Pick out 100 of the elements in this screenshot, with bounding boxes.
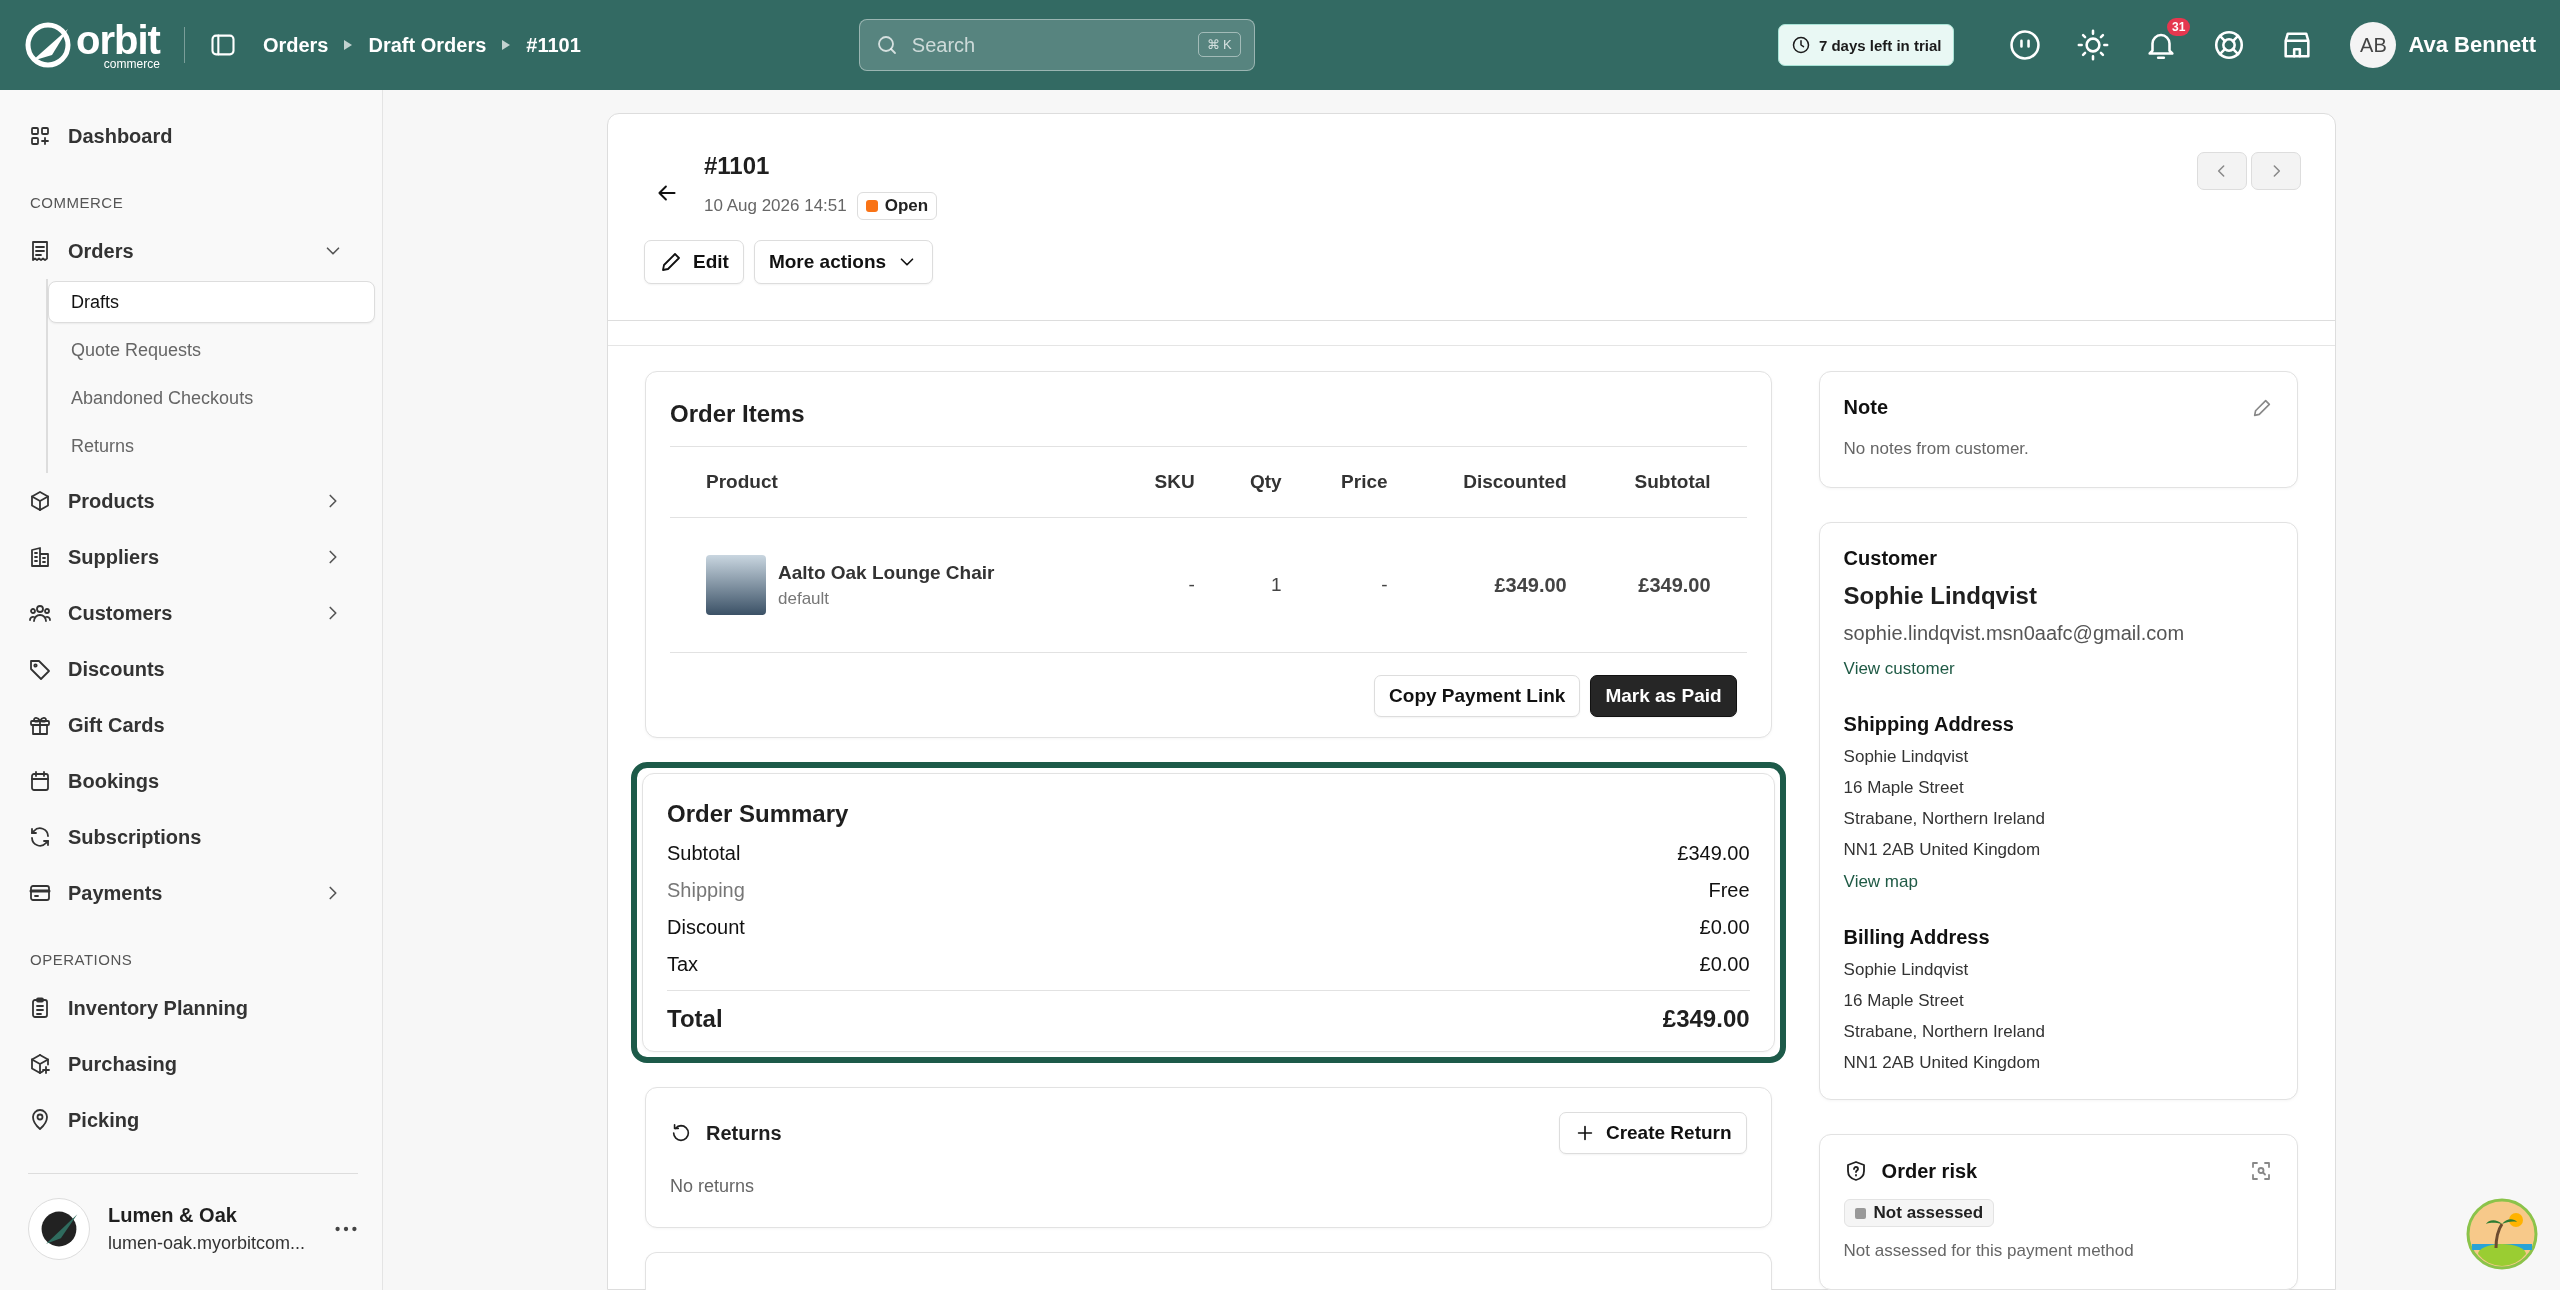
product-name: Aalto Oak Lounge Chair bbox=[778, 561, 995, 584]
scan-button[interactable] bbox=[2249, 1159, 2273, 1183]
scan-icon bbox=[2249, 1159, 2273, 1183]
column-header: Discounted bbox=[1423, 446, 1603, 518]
column-header: Price bbox=[1317, 446, 1424, 518]
summary-label: Tax bbox=[667, 953, 699, 976]
logo-subtitle: commerce bbox=[103, 58, 160, 70]
order-date: 10 Aug 2026 14:51 bbox=[704, 196, 847, 216]
view-map-link[interactable]: View map bbox=[1843, 872, 1918, 892]
address-line: Strabane, Northern Ireland bbox=[1843, 810, 2046, 827]
shortcut-hint: ⌘ K bbox=[1197, 32, 1241, 57]
store-domain: lumen-oak.myorbitcom... bbox=[108, 1233, 306, 1254]
risk-text: Not assessed for this payment method bbox=[1843, 1241, 2135, 1261]
column-header: SKU bbox=[1132, 446, 1231, 518]
sidebar-item[interactable]: Subscriptions bbox=[28, 809, 358, 865]
sidebar-item[interactable]: Suppliers bbox=[28, 529, 358, 585]
section-title: Shipping Address bbox=[1843, 713, 2015, 736]
sidebar-subitem[interactable]: Returns bbox=[48, 425, 375, 467]
sidebar-item[interactable]: Orders bbox=[28, 223, 358, 279]
edit-button[interactable]: Edit bbox=[644, 240, 744, 284]
card-title: Order risk bbox=[1881, 1159, 1978, 1183]
sidebar-item[interactable]: Customers bbox=[28, 585, 358, 641]
summary-value: £349.00 bbox=[1677, 842, 1750, 865]
view-customer-link[interactable]: View customer bbox=[1843, 659, 1955, 679]
sidebar-subitem[interactable]: Abandoned Checkouts bbox=[48, 377, 375, 419]
sidebar-item[interactable]: Purchasing bbox=[28, 1036, 358, 1092]
beach-icon[interactable] bbox=[2466, 1198, 2538, 1270]
face-icon bbox=[2008, 28, 2043, 62]
total-label: Total bbox=[667, 1005, 723, 1033]
sidebar-item[interactable]: Inventory Planning bbox=[28, 980, 358, 1036]
more-actions-button[interactable]: More actions bbox=[753, 240, 934, 284]
product-variant: default bbox=[778, 588, 831, 609]
assistant-button[interactable] bbox=[2008, 28, 2043, 62]
summary-label: Discount bbox=[667, 916, 745, 939]
customer-name: Sophie Lindqvist bbox=[1843, 582, 2038, 610]
address-line: Sophie Lindqvist bbox=[1843, 961, 1970, 978]
sidebar-item[interactable]: Discounts bbox=[28, 641, 358, 697]
calendar-icon bbox=[28, 769, 52, 793]
breadcrumb-link[interactable]: Draft Orders bbox=[368, 33, 487, 57]
order-title: #1101 bbox=[704, 152, 771, 180]
address-line: 16 Maple Street bbox=[1843, 779, 1965, 796]
sidebar-item[interactable]: Bookings bbox=[28, 753, 358, 809]
sidebar-item[interactable]: Picking bbox=[28, 1092, 358, 1148]
create-return-button[interactable]: Create Return bbox=[1558, 1112, 1747, 1154]
secondary-button[interactable]: Copy Payment Link bbox=[1374, 675, 1581, 717]
summary-label: Subtotal bbox=[667, 842, 741, 865]
user-avatar[interactable]: AB bbox=[2350, 22, 2397, 68]
risk-badge: Not assessed bbox=[1843, 1199, 1995, 1227]
card-title: Note bbox=[1843, 396, 1889, 419]
note-text: No notes from customer. bbox=[1843, 439, 2030, 459]
table-cell: £349.00 bbox=[1423, 517, 1603, 653]
breadcrumb-separator-icon bbox=[502, 40, 511, 50]
sidebar-subitem[interactable]: Quote Requests bbox=[48, 329, 375, 371]
column-header: Qty bbox=[1230, 446, 1318, 518]
clock-icon bbox=[1790, 35, 1811, 55]
breadcrumb-link[interactable]: #1101 bbox=[526, 33, 581, 57]
sun-icon bbox=[2076, 28, 2111, 62]
breadcrumb-link[interactable]: Orders bbox=[262, 33, 329, 57]
table-cell: - bbox=[1317, 517, 1424, 653]
column-header: Product bbox=[670, 446, 1133, 518]
address-line: NN1 2AB United Kingdom bbox=[1843, 1054, 2042, 1071]
sidebar-item[interactable]: Gift Cards bbox=[28, 697, 358, 753]
refresh-icon bbox=[28, 825, 52, 849]
summary-label: Shipping bbox=[667, 879, 745, 902]
more-button[interactable] bbox=[334, 1226, 358, 1232]
address-line: Strabane, Northern Ireland bbox=[1843, 1023, 2046, 1040]
primary-button[interactable]: Mark as Paid bbox=[1590, 675, 1737, 717]
package-icon bbox=[28, 1052, 52, 1076]
sidebar-item[interactable]: Dashboard bbox=[28, 108, 358, 164]
table-cell: 1 bbox=[1230, 517, 1318, 653]
sidebar-item[interactable]: Payments bbox=[28, 865, 358, 921]
user-name[interactable]: Ava Bennett bbox=[2408, 32, 2536, 58]
store-name: Lumen & Oak bbox=[108, 1204, 238, 1227]
theme-button[interactable] bbox=[2076, 28, 2111, 62]
notifications-button[interactable]: 31 bbox=[2144, 18, 2191, 62]
photo-placeholder bbox=[706, 555, 766, 615]
customer-email: sophie.lindqvist.msn0aafc@gmail.com bbox=[1843, 622, 2186, 645]
empty-message: No returns bbox=[670, 1176, 756, 1197]
building-icon bbox=[28, 545, 52, 569]
address-line: NN1 2AB United Kingdom bbox=[1843, 841, 2042, 858]
logo-wordmark: orbit bbox=[76, 20, 160, 60]
card-title: Order Summary bbox=[667, 800, 850, 828]
summary-value: £0.00 bbox=[1699, 953, 1750, 976]
section-heading: COMMERCE bbox=[30, 194, 125, 211]
sidebar-item[interactable]: Products bbox=[28, 473, 358, 529]
pencil-icon bbox=[659, 250, 683, 274]
address-line: 16 Maple Street bbox=[1843, 992, 1965, 1009]
table-cell: £349.00 bbox=[1602, 517, 1747, 653]
table-cell: - bbox=[1132, 517, 1231, 653]
summary-value: £0.00 bbox=[1699, 916, 1750, 939]
sidebar-subitem[interactable]: Drafts bbox=[48, 281, 375, 323]
total-value: £349.00 bbox=[1662, 1005, 1750, 1033]
logo-icon bbox=[24, 21, 72, 69]
trial-badge[interactable]: 7 days left in trial bbox=[1777, 24, 1955, 66]
notification-count: 31 bbox=[2167, 18, 2191, 36]
tag-icon bbox=[28, 657, 52, 681]
address-line: Sophie Lindqvist bbox=[1843, 748, 1970, 765]
card-title: Order Items bbox=[670, 400, 806, 428]
card-title: Customer bbox=[1843, 547, 1938, 570]
grid-icon bbox=[28, 124, 52, 148]
